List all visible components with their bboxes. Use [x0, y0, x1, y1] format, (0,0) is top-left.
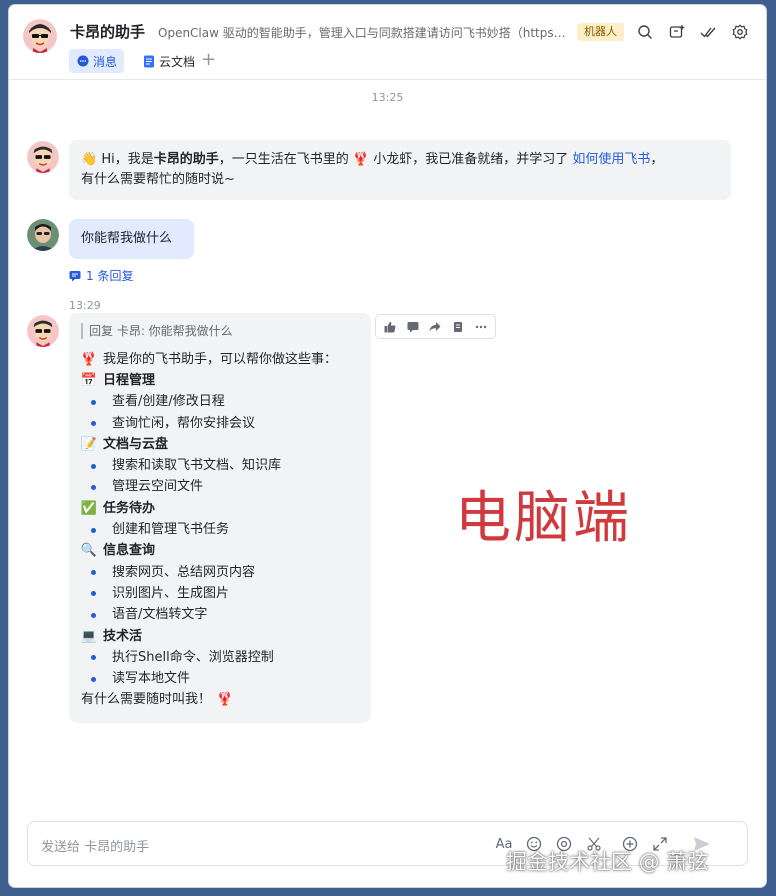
bot-avatar[interactable] — [23, 19, 57, 53]
chat-header: 卡昂的助手 OpenClaw 驱动的智能助手，管理入口与同款搭建请访问飞书妙搭（… — [9, 5, 766, 80]
memo-icon: 📝 — [80, 436, 98, 452]
settings-gear-icon[interactable] — [730, 22, 750, 42]
reply-intro: 🦞 我是你的飞书助手，可以帮你做这些事： — [81, 349, 359, 370]
chat-title: 卡昂的助手 — [70, 23, 146, 41]
how-to-use-feishu-link[interactable]: 如何使用飞书 — [572, 152, 650, 167]
more-options-icon[interactable] — [471, 317, 491, 337]
list-item-text: 搜索和读取飞书文档、知识库 — [112, 458, 282, 474]
desktop-overlay-label: 电脑端 — [455, 486, 632, 551]
reply-bubble-icon[interactable] — [403, 317, 423, 337]
greeting-text: ， — [650, 152, 664, 167]
reply-outro-text: 有什么需要随时叫我！ — [81, 692, 212, 708]
message-input-placeholder: 发送给 卡昂的助手 — [41, 840, 150, 855]
list-item: 语音/文档转文字 — [81, 605, 359, 626]
lobster-emoji: 🦞 — [80, 351, 98, 367]
pin-message-icon[interactable] — [448, 317, 468, 337]
section-calendar: 📅 日程管理 — [81, 370, 359, 391]
list-item: 查询忙闲，帮你安排会议 — [81, 413, 359, 434]
message-action-bar — [375, 314, 496, 339]
greeting-text: ，一只生活在飞书里的 — [218, 152, 353, 167]
section-title: 日程管理 — [103, 372, 156, 388]
wave-emoji: 👋 — [81, 152, 98, 167]
bot-avatar[interactable] — [27, 141, 59, 173]
list-item-text: 识别图片、生成图片 — [112, 585, 230, 601]
list-item: 搜索网页、总结网页内容 — [81, 562, 359, 583]
list-item: 执行Shell命令、浏览器控制 — [81, 647, 359, 668]
section-title: 信息查询 — [103, 543, 156, 559]
list-item-text: 搜索网页、总结网页内容 — [112, 564, 256, 580]
tab-cloud-docs[interactable]: 云文档 — [135, 49, 202, 73]
tab-cloud-docs-label: 云文档 — [159, 54, 196, 69]
lobster-emoji: 🦞 — [216, 692, 234, 708]
bot-reply-message: 回复 卡昂: 你能帮我做什么 🦞 我是你的飞书助手，可以帮你做这些事： 📅 日程管理… — [69, 313, 371, 723]
timestamp: 13:29 — [69, 299, 101, 312]
add-tab-button[interactable]: + — [201, 49, 216, 71]
tab-messages[interactable]: 消息 — [69, 49, 125, 73]
greeting-message: 👋 Hi，我是卡昂的助手，一只生活在飞书里的 🦞 小龙虾，我已准备就绪，并学习了… — [69, 140, 731, 200]
doc-icon — [142, 55, 155, 68]
list-item-text: 查询忙闲，帮你安排会议 — [112, 415, 256, 431]
lobster-emoji: 🦞 — [352, 152, 370, 167]
search-icon[interactable] — [635, 22, 655, 42]
bot-badge: 机器人 — [577, 23, 624, 41]
laptop-icon: 💻 — [80, 628, 98, 644]
list-item-text: 管理云空间文件 — [112, 479, 204, 495]
user-message-text: 你能帮我做什么 — [81, 231, 173, 246]
chat-bubble-icon — [76, 55, 89, 68]
bot-avatar[interactable] — [27, 315, 59, 347]
thumbs-up-icon[interactable] — [380, 317, 400, 337]
section-tech: 💻 技术活 — [81, 626, 359, 647]
section-title: 技术活 — [103, 628, 143, 644]
community-watermark: 掘金技术社区 @ 萧弦 — [506, 850, 709, 874]
section-docs: 📝 文档与云盘 — [81, 434, 359, 455]
magnifier-icon: 🔍 — [80, 543, 98, 559]
list-item: 查看/创建/修改日程 — [81, 392, 359, 413]
user-message: 你能帮我做什么 — [69, 219, 194, 259]
list-item: 创建和管理飞书任务 — [81, 519, 359, 540]
reply-intro-text: 我是你的飞书助手，可以帮你做这些事： — [103, 351, 338, 367]
add-member-icon[interactable] — [667, 22, 687, 42]
reply-outro: 有什么需要随时叫我！ 🦞 — [81, 690, 359, 711]
reply-thread-icon — [69, 270, 81, 282]
calendar-icon: 📅 — [80, 372, 98, 388]
list-item-text: 创建和管理飞书任务 — [112, 522, 230, 538]
section-info: 🔍 信息查询 — [81, 541, 359, 562]
list-item-text: 读写本地文件 — [112, 671, 191, 687]
check-done-icon[interactable] — [698, 22, 718, 42]
list-item-text: 执行Shell命令、浏览器控制 — [112, 649, 274, 665]
list-item: 搜索和读取飞书文档、知识库 — [81, 455, 359, 476]
greeting-text: Hi，我是 — [97, 152, 154, 167]
list-item: 识别图片、生成图片 — [81, 583, 359, 604]
check-mark-icon: ✅ — [80, 500, 98, 516]
greeting-text: 小龙虾，我已准备就绪，并学习了 — [369, 152, 573, 167]
timestamp: 13:25 — [371, 91, 404, 104]
chat-window: 卡昂的助手 OpenClaw 驱动的智能助手，管理入口与同款搭建请访问飞书妙搭（… — [9, 5, 766, 887]
section-tasks: ✅ 任务待办 — [81, 498, 359, 519]
list-item: 读写本地文件 — [81, 668, 359, 689]
forward-icon[interactable] — [425, 317, 445, 337]
section-title: 任务待办 — [103, 500, 156, 516]
greeting-line2: 有什么需要帮忙的随时说~ — [81, 172, 235, 187]
reply-quote[interactable]: 回复 卡昂: 你能帮我做什么 — [81, 323, 359, 339]
tab-messages-label: 消息 — [93, 54, 118, 69]
chat-description: OpenClaw 驱动的智能助手，管理入口与同款搭建请访问飞书妙搭（https:… — [158, 26, 566, 40]
user-avatar[interactable] — [27, 219, 59, 251]
list-item: 管理云空间文件 — [81, 477, 359, 498]
section-title: 文档与云盘 — [103, 436, 169, 452]
thread-reply-count[interactable]: 1 条回复 — [69, 267, 133, 284]
reply-count-label: 1 条回复 — [86, 269, 134, 283]
list-item-text: 语音/文档转文字 — [112, 607, 208, 623]
bot-name-mention: 卡昂的助手 — [153, 152, 219, 167]
list-item-text: 查看/创建/修改日程 — [112, 394, 225, 410]
